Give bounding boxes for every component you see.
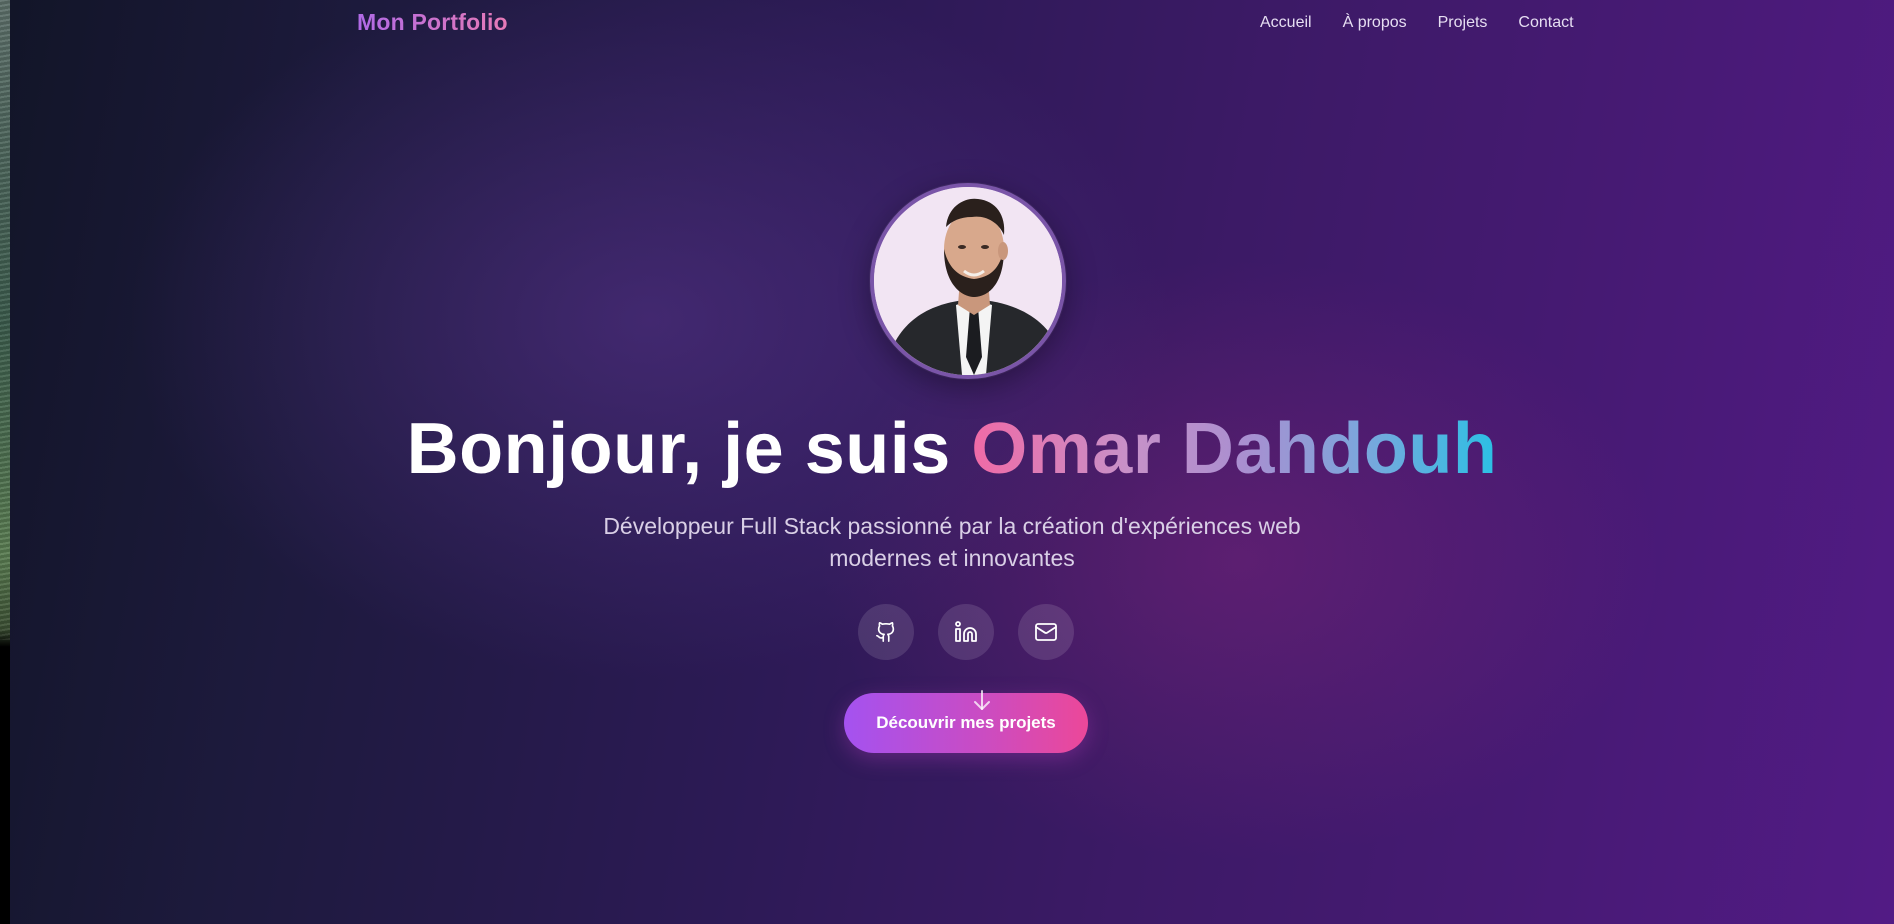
browser-viewport: Mon Portfolio Accueil À propos Projets C… <box>0 0 1894 924</box>
social-links <box>858 604 1074 660</box>
nav-link-contact[interactable]: Contact <box>1518 14 1573 32</box>
email-button[interactable] <box>1018 604 1074 660</box>
nav-links: Accueil À propos Projets Contact <box>1260 14 1574 32</box>
github-button[interactable] <box>858 604 914 660</box>
discover-projects-button[interactable]: Découvrir mes projets <box>844 693 1088 753</box>
profile-avatar <box>870 183 1066 379</box>
hero-headline: Bonjour, je suis Omar Dahdouh <box>10 408 1894 490</box>
hero-subtitle: Développeur Full Stack passionné par la … <box>10 510 1894 574</box>
hero-subtitle-line-1: Développeur Full Stack passionné par la … <box>603 513 1301 539</box>
hero-name: Omar Dahdouh <box>971 409 1498 489</box>
hero-greeting: Bonjour, je suis <box>406 409 972 489</box>
profile-photo <box>874 187 1062 375</box>
github-icon <box>876 622 895 642</box>
brand-logo[interactable]: Mon Portfolio <box>357 9 508 36</box>
nav-link-accueil[interactable]: Accueil <box>1260 14 1312 32</box>
top-navigation: Mon Portfolio Accueil À propos Projets C… <box>10 0 1894 50</box>
scroll-down-arrow-icon[interactable] <box>970 688 994 717</box>
hero-subtitle-line-2: modernes et innovantes <box>829 545 1075 571</box>
nav-link-projets[interactable]: Projets <box>1438 14 1488 32</box>
background-window-edge <box>0 0 10 924</box>
nav-link-a-propos[interactable]: À propos <box>1343 14 1407 32</box>
mail-icon <box>1035 623 1057 641</box>
hero-section: Mon Portfolio Accueil À propos Projets C… <box>10 0 1894 924</box>
linkedin-icon <box>955 621 977 642</box>
linkedin-button[interactable] <box>938 604 994 660</box>
